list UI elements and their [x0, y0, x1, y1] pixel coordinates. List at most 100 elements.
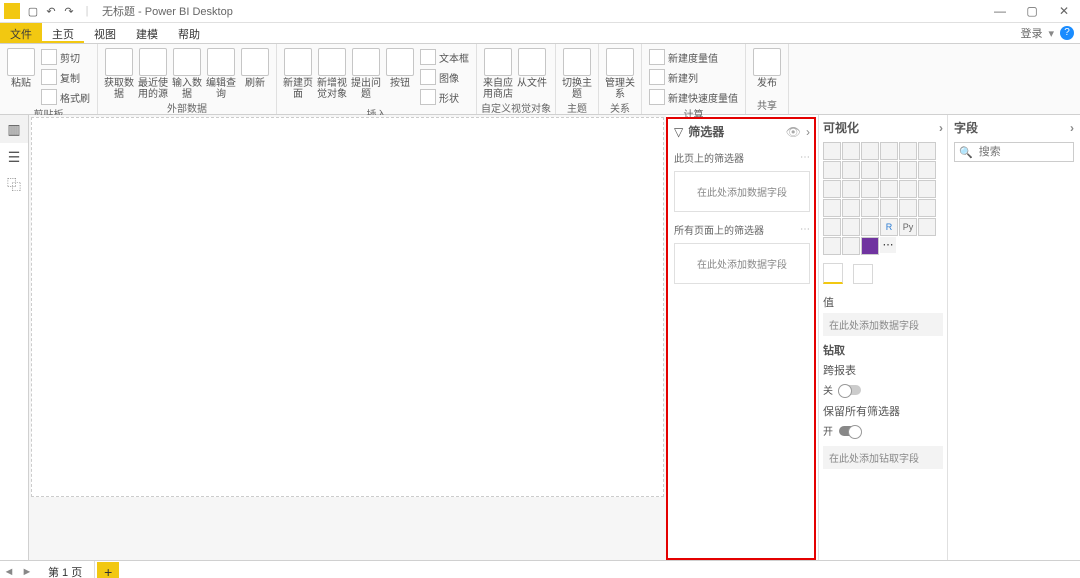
menu-view[interactable]: 视图: [84, 23, 126, 43]
from-store-button[interactable]: 来自应用商店: [481, 46, 515, 100]
viz-chip-ribbon[interactable]: [918, 161, 936, 179]
dropdown-icon[interactable]: ▾: [1048, 27, 1054, 40]
shapes-button[interactable]: 形状: [417, 88, 472, 106]
viz-chip-arcgis[interactable]: [861, 237, 879, 255]
viz-values-drop[interactable]: 在此处添加数据字段: [823, 313, 943, 336]
viz-chip-line-clustered-column[interactable]: [899, 161, 917, 179]
titlebar: ▢ ↶ ↷ | 无标题 - Power BI Desktop — ▢ ✕: [0, 0, 1080, 23]
menu-file[interactable]: 文件: [0, 23, 42, 43]
page-next[interactable]: ►: [18, 566, 36, 578]
enter-data-button[interactable]: 输入数据: [170, 46, 204, 100]
new-visual-button[interactable]: 新增视觉对象: [315, 46, 349, 100]
menu-home[interactable]: 主页: [42, 23, 84, 43]
maximize-button[interactable]: ▢: [1016, 4, 1048, 18]
qat-redo[interactable]: ↷: [60, 5, 78, 18]
viz-chip-map[interactable]: [918, 180, 936, 198]
viz-chip-pie[interactable]: [861, 180, 879, 198]
more-icon[interactable]: ⋯: [800, 152, 810, 163]
fields-collapse-icon[interactable]: ›: [1070, 121, 1074, 135]
add-page-button[interactable]: +: [97, 562, 119, 578]
fields-search-input[interactable]: [977, 145, 1069, 159]
report-canvas[interactable]: [29, 115, 666, 560]
viz-chip-stacked-bar[interactable]: [823, 142, 841, 160]
viz-chip-clustered-bar[interactable]: [861, 142, 879, 160]
viz-chip-100-stacked-column[interactable]: [918, 142, 936, 160]
viz-chip-100-stacked-bar[interactable]: [899, 142, 917, 160]
from-file-button[interactable]: 从文件: [515, 46, 549, 89]
new-quick-measure-button[interactable]: 新建快速度量值: [646, 88, 741, 106]
copy-button[interactable]: 复制: [38, 68, 93, 86]
filters-visibility-icon[interactable]: 👁: [786, 125, 801, 139]
menu-modeling[interactable]: 建模: [126, 23, 168, 43]
paste-button[interactable]: 粘贴: [4, 46, 38, 89]
ask-question-button[interactable]: 提出问题: [349, 46, 383, 100]
switch-theme-button[interactable]: 切换主题: [560, 46, 594, 100]
manage-relationships-button[interactable]: 管理关系: [603, 46, 637, 100]
viz-chip-more[interactable]: ⋯: [880, 237, 896, 253]
data-view-icon[interactable]: ☰: [0, 143, 28, 171]
viz-chip-table[interactable]: [842, 218, 860, 236]
viz-chip-stacked-column[interactable]: [842, 142, 860, 160]
viz-drill-drop[interactable]: 在此处添加钻取字段: [823, 446, 943, 469]
format-painter-button[interactable]: 格式刷: [38, 88, 93, 106]
viz-chip-funnel[interactable]: [842, 199, 860, 217]
viz-chip-clustered-column[interactable]: [880, 142, 898, 160]
model-view-icon[interactable]: ⿻: [0, 171, 28, 199]
edit-queries-button[interactable]: 编辑查询: [204, 46, 238, 100]
page-tab-1[interactable]: 第 1 页: [36, 561, 95, 578]
page-prev[interactable]: ◄: [0, 566, 18, 578]
viz-chip-gauge[interactable]: [861, 199, 879, 217]
image-button[interactable]: 图像: [417, 68, 472, 86]
textbox-button[interactable]: 文本框: [417, 48, 472, 66]
get-data-button[interactable]: 获取数据: [102, 46, 136, 100]
viz-chip-donut[interactable]: [880, 180, 898, 198]
viz-chip-qna[interactable]: [842, 237, 860, 255]
filters-collapse-icon[interactable]: ›: [806, 125, 810, 139]
viz-chip-matrix[interactable]: [861, 218, 879, 236]
publish-button[interactable]: 发布: [750, 46, 784, 89]
viz-chip-stacked-area[interactable]: [861, 161, 879, 179]
viz-collapse-icon[interactable]: ›: [939, 121, 943, 135]
qat-save[interactable]: ▢: [24, 5, 42, 18]
new-page-button[interactable]: 新建页面: [281, 46, 315, 100]
viz-chip-line[interactable]: [823, 161, 841, 179]
help-icon[interactable]: ?: [1060, 26, 1074, 40]
buttons-button[interactable]: 按钮: [383, 46, 417, 89]
new-measure-button[interactable]: 新建度量值: [646, 48, 741, 66]
viz-chip-multi-card[interactable]: [899, 199, 917, 217]
report-view-icon[interactable]: ▥: [0, 115, 28, 143]
viz-chip-card[interactable]: [880, 199, 898, 217]
cut-button[interactable]: 剪切: [38, 48, 93, 66]
menu-help[interactable]: 帮助: [168, 23, 210, 43]
viz-chip-line-stacked-column[interactable]: [880, 161, 898, 179]
canvas-page[interactable]: [31, 117, 664, 497]
viz-chip-key-influencers[interactable]: [918, 218, 936, 236]
menubar: 文件 主页 视图 建模 帮助 登录 ▾ ?: [0, 23, 1080, 44]
qat-undo[interactable]: ↶: [42, 5, 60, 18]
viz-chip-kpi[interactable]: [918, 199, 936, 217]
filters-all-drop[interactable]: 在此处添加数据字段: [674, 243, 810, 284]
viz-chip-r[interactable]: R: [880, 218, 898, 236]
cross-report-toggle[interactable]: [839, 385, 861, 395]
close-button[interactable]: ✕: [1048, 4, 1080, 18]
more-icon[interactable]: ⋯: [800, 224, 810, 235]
filters-page-drop[interactable]: 在此处添加数据字段: [674, 171, 810, 212]
login-link[interactable]: 登录: [1020, 25, 1042, 41]
viz-chip-python[interactable]: Py: [899, 218, 917, 236]
keep-filters-toggle[interactable]: [839, 426, 861, 436]
viz-chip-slicer[interactable]: [823, 218, 841, 236]
new-column-button[interactable]: 新建列: [646, 68, 741, 86]
recent-sources-button[interactable]: 最近使用的源: [136, 46, 170, 100]
minimize-button[interactable]: —: [984, 4, 1016, 18]
viz-chip-treemap[interactable]: [899, 180, 917, 198]
viz-chip-scatter[interactable]: [842, 180, 860, 198]
viz-format-tab[interactable]: [853, 264, 873, 284]
viz-chip-filled-map[interactable]: [823, 199, 841, 217]
viz-chip-waterfall[interactable]: [823, 180, 841, 198]
viz-chip-area[interactable]: [842, 161, 860, 179]
fields-search[interactable]: 🔍: [954, 142, 1074, 162]
viz-fields-tab[interactable]: [823, 263, 843, 284]
group-theme: 切换主题 主题: [556, 44, 599, 114]
refresh-button[interactable]: 刷新: [238, 46, 272, 89]
viz-chip-decomposition[interactable]: [823, 237, 841, 255]
